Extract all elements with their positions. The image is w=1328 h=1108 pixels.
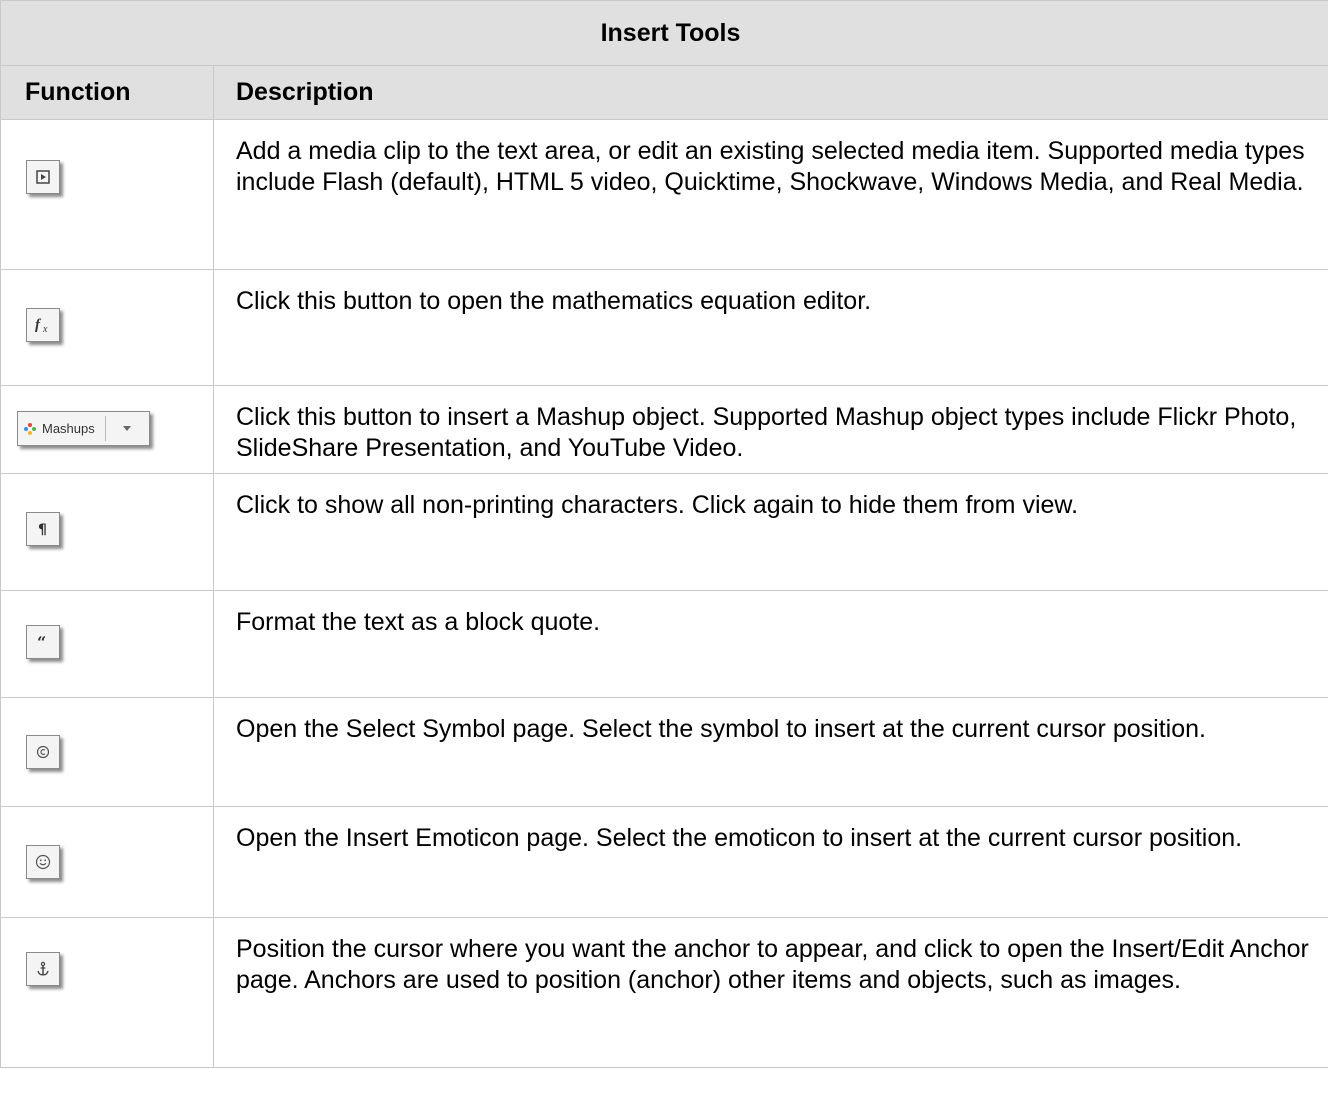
- table-row: Open the Insert Emoticon page. Select th…: [0, 806, 1328, 918]
- smiley-emoticon-icon[interactable]: [26, 845, 60, 879]
- function-cell: f x: [0, 269, 214, 386]
- function-cell: [0, 806, 214, 918]
- column-header-description: Description: [213, 65, 1328, 120]
- function-cell: ¶: [0, 473, 214, 591]
- function-cell: [0, 917, 214, 1068]
- description-text: Add a media clip to the text area, or ed…: [236, 137, 1305, 196]
- table-row: Open the Select Symbol page. Select the …: [0, 697, 1328, 807]
- description-text: Open the Insert Emoticon page. Select th…: [236, 824, 1243, 852]
- svg-text:f: f: [35, 317, 42, 333]
- function-cell: “: [0, 590, 214, 698]
- table-row: Mashups Click this button to insert a Ma…: [0, 385, 1328, 474]
- block-quote-icon[interactable]: “: [26, 625, 60, 659]
- pilcrow-icon[interactable]: ¶: [26, 512, 60, 546]
- description-cell: Position the cursor where you want the a…: [213, 917, 1328, 1068]
- description-cell: Click this button to open the mathematic…: [213, 269, 1328, 386]
- description-text: Position the cursor where you want the a…: [236, 935, 1309, 994]
- copyright-symbol-icon[interactable]: [26, 735, 60, 769]
- table-row: f x Click this button to open the mathem…: [0, 269, 1328, 386]
- description-text: Click this button to open the mathematic…: [236, 287, 872, 315]
- function-cell: [0, 119, 214, 270]
- mashups-button[interactable]: Mashups: [17, 411, 150, 446]
- table-row: “ Format the text as a block quote.: [0, 590, 1328, 698]
- function-cell: [0, 697, 214, 807]
- function-cell: Mashups: [0, 385, 214, 474]
- description-text: Click this button to insert a Mashup obj…: [236, 403, 1297, 462]
- column-header-function: Function: [0, 65, 214, 120]
- description-text: Click to show all non-printing character…: [236, 491, 1079, 519]
- table-row: Position the cursor where you want the a…: [0, 917, 1328, 1068]
- equation-fx-icon[interactable]: f x: [26, 308, 60, 342]
- svg-text:x: x: [42, 324, 48, 334]
- table-row: Add a media clip to the text area, or ed…: [0, 119, 1328, 270]
- chevron-down-icon[interactable]: [106, 426, 149, 431]
- description-cell: Open the Select Symbol page. Select the …: [213, 697, 1328, 807]
- svg-text:“: “: [37, 636, 46, 648]
- table-row: ¶ Click to show all non-printing charact…: [0, 473, 1328, 591]
- description-text: Format the text as a block quote.: [236, 608, 601, 636]
- description-cell: Open the Insert Emoticon page. Select th…: [213, 806, 1328, 918]
- anchor-icon[interactable]: [26, 952, 60, 986]
- insert-tools-table: Insert Tools Function Description Add a …: [0, 0, 1328, 1068]
- mashups-button-label: Mashups: [42, 421, 95, 436]
- media-clip-icon[interactable]: [26, 160, 60, 194]
- mashups-icon: [18, 422, 42, 435]
- description-cell: Format the text as a block quote.: [213, 590, 1328, 698]
- table-title: Insert Tools: [0, 0, 1328, 66]
- svg-text:¶: ¶: [38, 522, 47, 537]
- description-cell: Add a media clip to the text area, or ed…: [213, 119, 1328, 270]
- table-title-row: Insert Tools: [0, 0, 1328, 66]
- description-cell: Click this button to insert a Mashup obj…: [213, 385, 1328, 474]
- table-header-row: Function Description: [0, 65, 1328, 120]
- description-text: Open the Select Symbol page. Select the …: [236, 715, 1206, 743]
- description-cell: Click to show all non-printing character…: [213, 473, 1328, 591]
